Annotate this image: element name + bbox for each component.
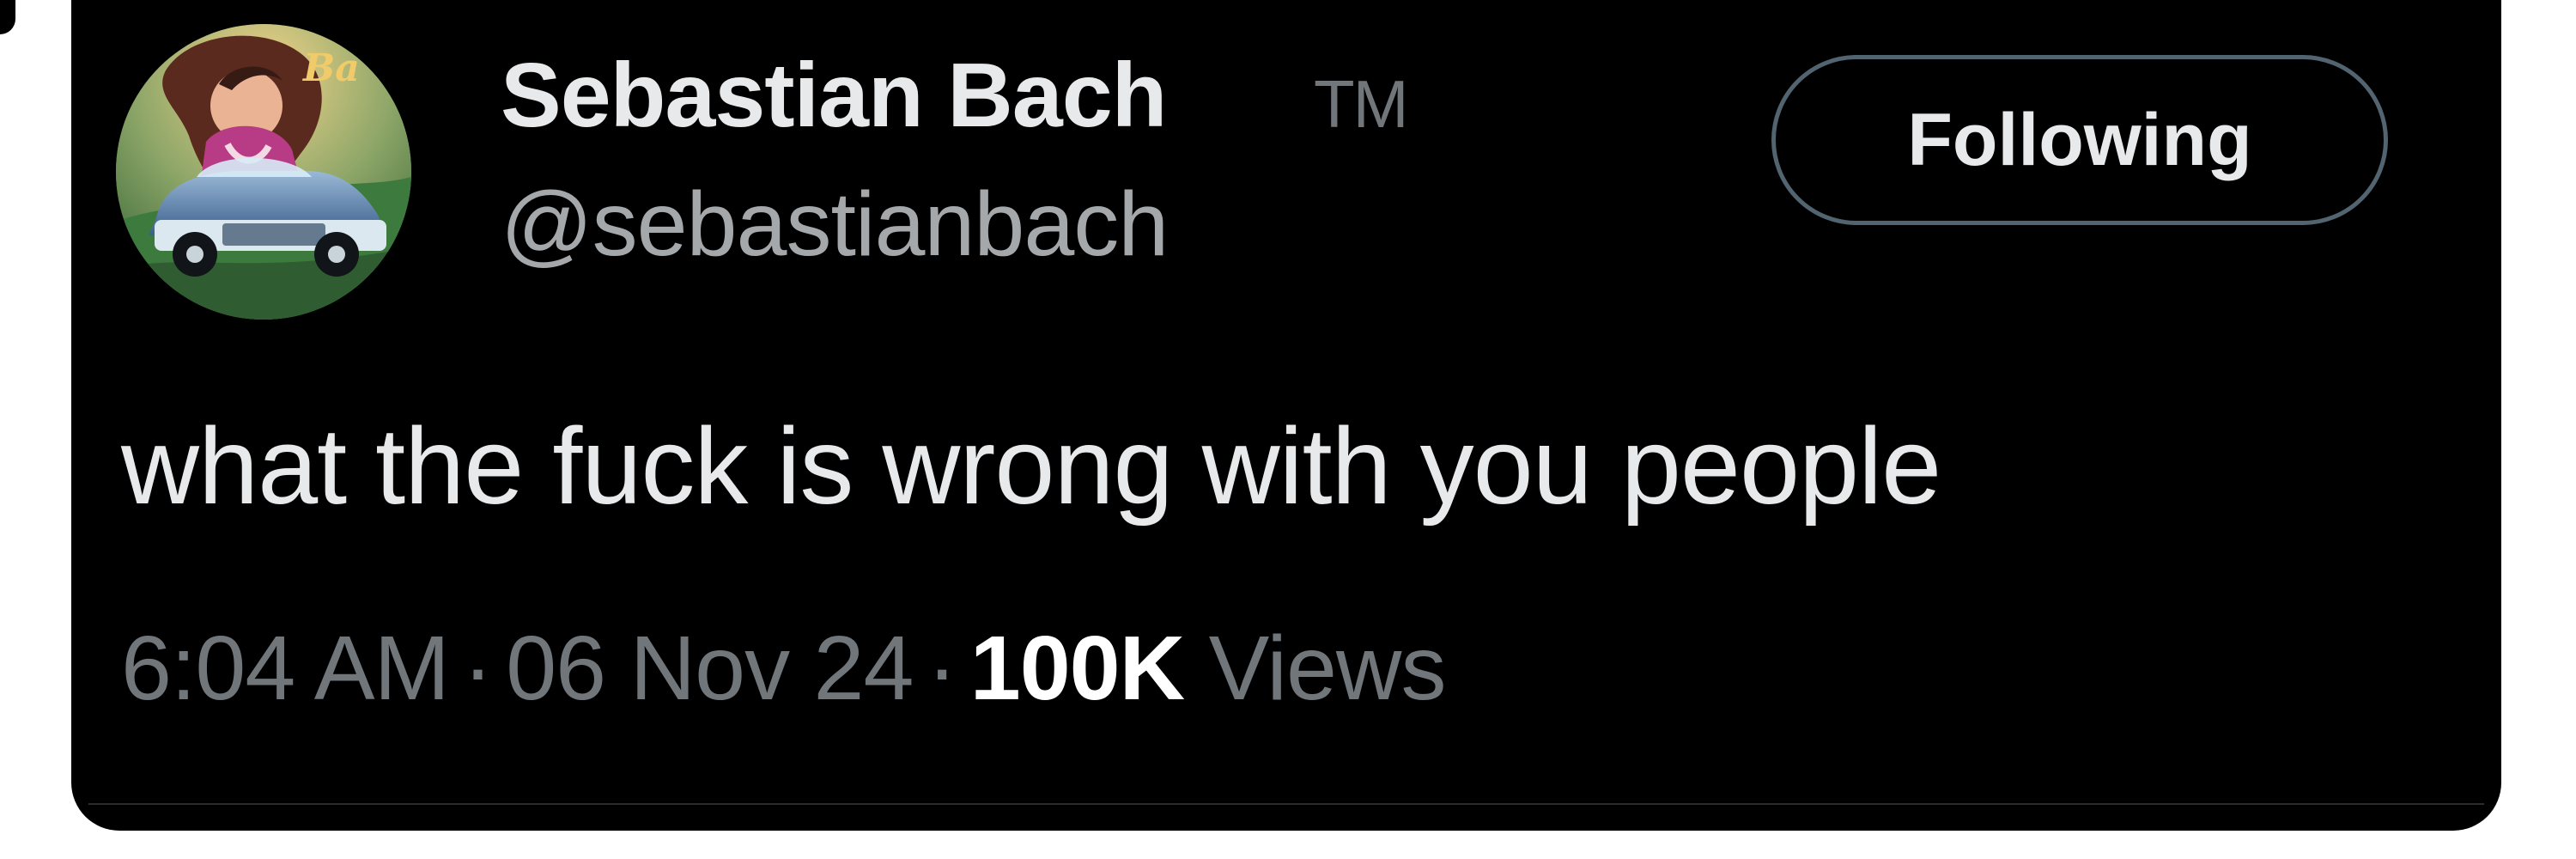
tweet-text: what the fuck is wrong with you people [121,405,1941,527]
views-label: Views [1208,618,1447,719]
author-handle[interactable]: @sebastianbach [501,179,1169,270]
tweet-card: Ba Sebastian Bach TM @sebastianbach Foll… [71,0,2501,831]
meta-separator: · [462,618,493,719]
tweet-time[interactable]: 6:04 AM [121,618,450,719]
tweet-meta-row: 6:04 AM · 06 Nov 24 · 100K Views [121,623,1446,714]
following-button[interactable]: Following [1771,55,2388,225]
tweet-bottom-divider [88,803,2484,805]
profile-avatar[interactable]: Ba [116,24,411,320]
screenshot-page: Ba Sebastian Bach TM @sebastianbach Foll… [0,0,2576,859]
tweet-date[interactable]: 06 Nov 24 [506,618,914,719]
svg-text:Ba: Ba [301,46,360,90]
trademark-badge: TM [1314,66,1409,142]
avatar-photo-icon: Ba [116,24,411,320]
author-display-name[interactable]: Sebastian Bach [501,50,1167,141]
views-count: 100K [969,618,1185,719]
corner-edge [0,0,15,34]
meta-separator: · [927,618,957,719]
